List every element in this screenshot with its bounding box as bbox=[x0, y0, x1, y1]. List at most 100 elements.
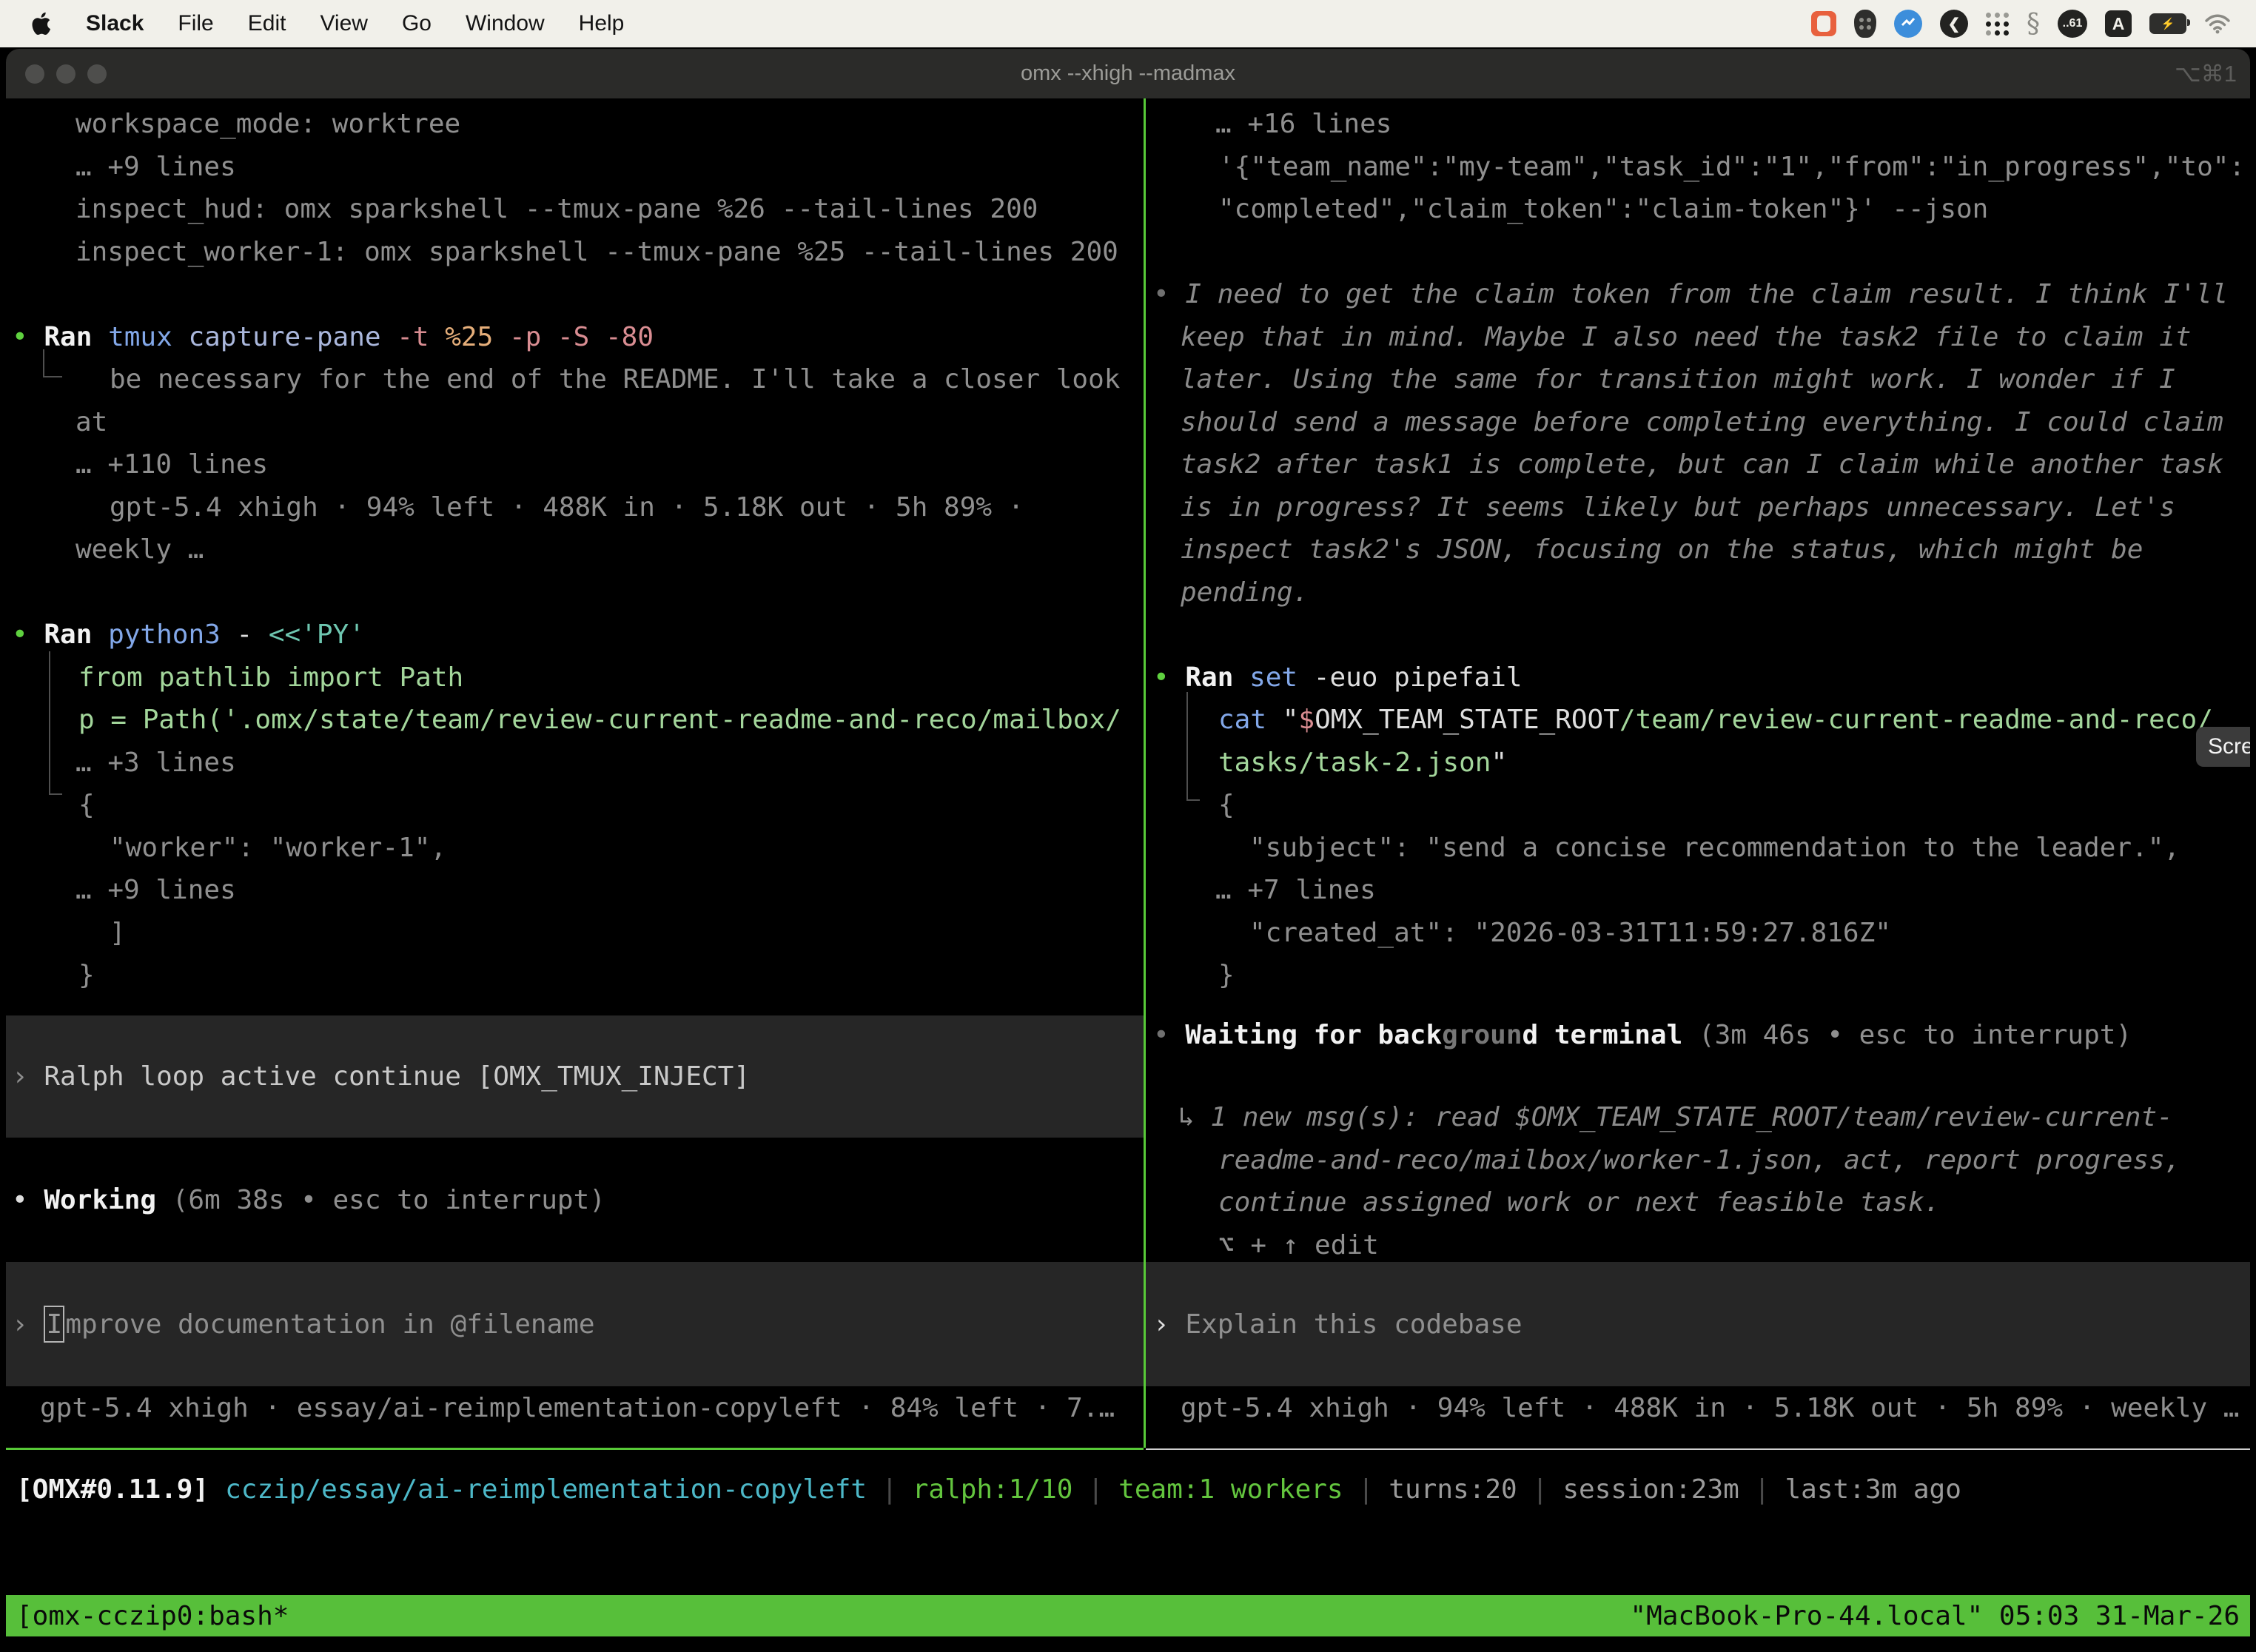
text-segment: python3 bbox=[108, 620, 236, 650]
text-segment: Ran bbox=[44, 322, 108, 352]
text-segment: at bbox=[75, 407, 107, 437]
tmux-status-bar: [omx-cczip0:bash* "MacBook-Pro-44.local"… bbox=[6, 1595, 2250, 1636]
apple-logo-icon[interactable] bbox=[30, 10, 52, 37]
ralph-loop-band[interactable]: › Ralph loop active continue [OMX_TMUX_I… bbox=[6, 1015, 1144, 1138]
menu-item-window[interactable]: Window bbox=[466, 11, 545, 36]
mailbox-note-line: ↳ 1 new msg(s): read $OMX_TEAM_STATE_ROO… bbox=[1146, 1096, 2250, 1139]
battery-icon[interactable]: ⚡ bbox=[2149, 13, 2186, 34]
tmux-session-name: [omx-cczip0:bash* bbox=[16, 1601, 289, 1631]
omx-version: [OMX#0.11.9] bbox=[16, 1474, 209, 1505]
separator: | bbox=[1087, 1474, 1104, 1505]
text-segment: ↳ bbox=[1178, 1102, 1210, 1132]
output-connector bbox=[1186, 692, 1200, 801]
separator: | bbox=[882, 1474, 898, 1505]
text-segment: groun bbox=[1442, 1020, 1522, 1050]
menu-item-go[interactable]: Go bbox=[402, 11, 432, 36]
omx-ralph: ralph:1/10 bbox=[913, 1474, 1073, 1505]
menu-item-file[interactable]: File bbox=[178, 11, 213, 36]
mailbox-note-line: continue assigned work or next feasible … bbox=[1146, 1181, 2250, 1224]
shield-icon[interactable] bbox=[1854, 10, 1876, 38]
text-segment: › bbox=[12, 1061, 44, 1092]
text-segment: keep that in mind. Maybe I also need the… bbox=[1181, 322, 2191, 352]
text-segment bbox=[1169, 662, 1186, 693]
terminal-line: keep that in mind. Maybe I also need the… bbox=[1146, 316, 2250, 359]
terminal-line: from pathlib import Path bbox=[6, 657, 1144, 699]
pane-border-bottom-right bbox=[1146, 1448, 2250, 1450]
text-segment: -p -S -80 bbox=[509, 322, 654, 352]
text-segment: } bbox=[1218, 960, 1235, 990]
output-connector bbox=[49, 651, 62, 795]
text-cursor: I bbox=[44, 1306, 64, 1343]
stats-circle-icon[interactable] bbox=[1894, 10, 1922, 38]
bullet-icon: • bbox=[12, 322, 28, 352]
working-status: • Working (6m 38s • esc to interrupt) bbox=[6, 1179, 1144, 1222]
text-segment: /team/review-current-readme-and-reco/ bbox=[1619, 705, 2213, 735]
terminal-line: "worker": "worker-1", bbox=[6, 827, 1144, 870]
text-segment: d terminal bbox=[1523, 1020, 1699, 1050]
dark-circle-icon[interactable]: ❮ bbox=[1940, 10, 1968, 38]
input-source-icon[interactable]: A bbox=[2105, 10, 2132, 37]
text-segment: "created_at": "2026-03-31T11:59:27.816Z" bbox=[1249, 918, 1891, 948]
prompt-input[interactable]: › Improve documentation in @filename bbox=[6, 1262, 1144, 1386]
text-segment: - bbox=[236, 620, 268, 650]
terminal-line: … +110 lines bbox=[6, 443, 1144, 486]
text-segment: ] bbox=[110, 918, 126, 948]
terminal-line: • Ran python3 - <<'PY' bbox=[6, 614, 1144, 657]
terminal-line: • I need to get the claim token from the… bbox=[1146, 273, 2250, 316]
pane-worker-right[interactable]: … +16 lines '{"team_name":"my-team","task… bbox=[1146, 98, 2250, 1448]
text-segment: workspace_mode: worktree bbox=[75, 109, 460, 139]
text-segment: gpt-5.4 xhigh · essay/ai-reimplementatio… bbox=[40, 1393, 1115, 1423]
menu-item-slack[interactable]: Slack bbox=[86, 11, 144, 36]
terminal-line: { bbox=[1146, 784, 2250, 827]
squiggle-icon[interactable]: § bbox=[2027, 9, 2040, 39]
text-segment: tasks/task-2.json bbox=[1218, 748, 1491, 778]
bullet-icon: • bbox=[1153, 1020, 1185, 1050]
terminal-line: } bbox=[6, 954, 1144, 997]
text-segment: (6m 38s • esc to interrupt) bbox=[172, 1185, 605, 1215]
terminal-line: tasks/task-2.json" bbox=[1146, 742, 2250, 785]
separator: | bbox=[1754, 1474, 1770, 1505]
bullet-icon: • bbox=[1153, 279, 1185, 309]
chat-app-icon[interactable] bbox=[1811, 11, 1836, 36]
text-segment: should send a message before completing … bbox=[1181, 407, 2223, 437]
terminal-line: cat "$OMX_TEAM_STATE_ROOT/team/review-cu… bbox=[1146, 699, 2250, 742]
terminal-line: { bbox=[6, 784, 1144, 827]
terminal-line: should send a message before completing … bbox=[1146, 401, 2250, 444]
separator: | bbox=[1358, 1474, 1374, 1505]
menu-status-icons: ❮ § ..61 A ⚡ bbox=[1811, 9, 2256, 39]
mailbox-note-line: readme-and-reco/mailbox/worker-1.json, a… bbox=[1146, 1139, 2250, 1182]
timer-badge-icon[interactable]: ..61 bbox=[2058, 10, 2087, 38]
menu-item-help[interactable]: Help bbox=[579, 11, 625, 36]
terminal-line: inspect_hud: omx sparkshell --tmux-pane … bbox=[6, 188, 1144, 231]
dots-grid-icon[interactable] bbox=[1986, 13, 2009, 36]
text-segment: … +9 lines bbox=[75, 152, 236, 182]
pane-divider[interactable] bbox=[1144, 98, 1146, 1448]
terminal-line: '{"team_name":"my-team","task_id":"1","f… bbox=[1146, 146, 2250, 189]
text-segment: Ran bbox=[1185, 662, 1249, 693]
pane-border-bottom-left bbox=[6, 1448, 1144, 1450]
text-segment: gpt-5.4 xhigh · 94% left · 488K in · 5.1… bbox=[1181, 1393, 2239, 1423]
terminal-line: "created_at": "2026-03-31T11:59:27.816Z" bbox=[1146, 912, 2250, 955]
text-segment: -t bbox=[397, 322, 445, 352]
terminal-line: inspect_worker-1: omx sparkshell --tmux-… bbox=[6, 231, 1144, 274]
text-segment: { bbox=[78, 790, 95, 820]
text-segment bbox=[28, 620, 44, 650]
menu-item-edit[interactable]: Edit bbox=[248, 11, 286, 36]
text-segment: Waiting for back bbox=[1185, 1020, 1442, 1050]
separator: | bbox=[1532, 1474, 1548, 1505]
text-segment: continue assigned work or next feasible … bbox=[1218, 1187, 1940, 1218]
menu-item-view[interactable]: View bbox=[320, 11, 367, 36]
terminal-line: be necessary for the end of the README. … bbox=[6, 358, 1144, 401]
text-segment: … +16 lines bbox=[1215, 109, 1391, 139]
pane-status-line: gpt-5.4 xhigh · 94% left · 488K in · 5.1… bbox=[1146, 1387, 2250, 1430]
wifi-icon[interactable] bbox=[2204, 13, 2231, 34]
terminal-line: • Ran set -euo pipefail bbox=[1146, 657, 2250, 699]
text-segment: inspect task2's JSON, focusing on the st… bbox=[1181, 534, 2143, 565]
pane-hud-left[interactable]: workspace_mode: worktree … +9 lines inspec… bbox=[6, 98, 1144, 1448]
text-segment: set bbox=[1249, 662, 1314, 693]
edit-hint: ⌥ + ↑ edit bbox=[1146, 1224, 2250, 1267]
prompt-input[interactable]: › Explain this codebase bbox=[1146, 1262, 2250, 1386]
terminal-line: task2 after task1 is complete, but can I… bbox=[1146, 443, 2250, 486]
text-segment: inspect_worker-1: omx sparkshell --tmux-… bbox=[75, 237, 1118, 267]
text-segment: … +3 lines bbox=[75, 748, 236, 778]
